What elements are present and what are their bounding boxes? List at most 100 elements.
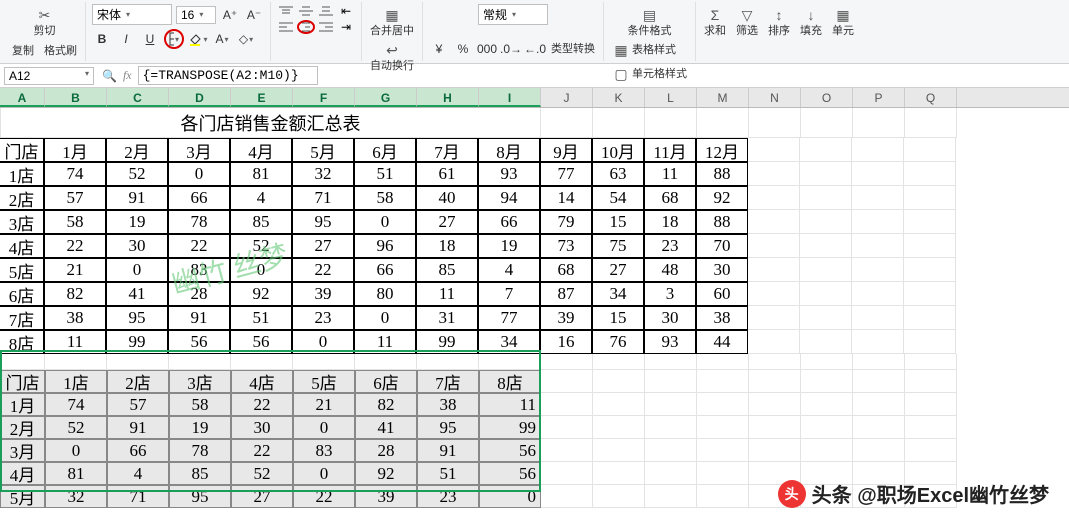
cell[interactable]: 5店 (0, 258, 44, 282)
cell[interactable] (645, 354, 697, 370)
filter-button[interactable]: ▽筛选 (734, 4, 760, 39)
italic-button[interactable]: I (116, 29, 136, 49)
cell[interactable]: 94 (478, 186, 540, 210)
wrap-text-button[interactable]: ↩自动换行 (368, 39, 416, 74)
sort-button[interactable]: ↕排序 (766, 4, 792, 39)
cell[interactable]: 门店 (0, 138, 44, 162)
cell[interactable] (593, 462, 645, 485)
cell[interactable]: 16 (540, 330, 592, 354)
cell[interactable] (748, 186, 800, 210)
cell[interactable]: 0 (45, 439, 107, 462)
cell[interactable]: 4 (107, 462, 169, 485)
cell[interactable]: 95 (169, 485, 231, 508)
cell[interactable]: 12月 (696, 138, 748, 162)
align-bottom-button[interactable] (317, 4, 335, 18)
cell[interactable]: 22 (44, 234, 106, 258)
borders-button[interactable]: ▾ (164, 29, 184, 49)
cell[interactable] (800, 162, 852, 186)
col-header-H[interactable]: H (417, 88, 479, 107)
cell[interactable]: 0 (479, 485, 541, 508)
cell[interactable] (541, 393, 593, 416)
cell[interactable] (800, 186, 852, 210)
align-middle-button[interactable] (297, 4, 315, 18)
cell[interactable]: 27 (231, 485, 293, 508)
cell[interactable]: 74 (45, 393, 107, 416)
cell[interactable]: 38 (44, 306, 106, 330)
col-header-J[interactable]: J (541, 88, 593, 107)
cell[interactable] (593, 393, 645, 416)
cell[interactable] (748, 282, 800, 306)
cell[interactable]: 0 (292, 330, 354, 354)
cell[interactable] (169, 354, 231, 370)
cell[interactable] (0, 354, 45, 370)
cell[interactable] (905, 370, 957, 393)
cell[interactable] (645, 370, 697, 393)
cell[interactable]: 52 (45, 416, 107, 439)
cell[interactable] (748, 258, 800, 282)
cell[interactable]: 78 (169, 439, 231, 462)
cell[interactable]: 51 (354, 162, 416, 186)
cell[interactable]: 38 (417, 393, 479, 416)
cell[interactable] (853, 108, 905, 138)
cell[interactable]: 27 (592, 258, 644, 282)
cell[interactable] (905, 354, 957, 370)
number-format-combo[interactable]: 常规▾ (478, 4, 548, 25)
cell[interactable]: 11 (644, 162, 696, 186)
cell[interactable] (800, 258, 852, 282)
cell[interactable] (593, 416, 645, 439)
cell[interactable]: 85 (169, 462, 231, 485)
cell[interactable] (45, 354, 107, 370)
cell[interactable]: 73 (540, 234, 592, 258)
cell[interactable]: 56 (168, 330, 230, 354)
cell[interactable] (800, 234, 852, 258)
cell[interactable]: 85 (416, 258, 478, 282)
cell[interactable] (417, 354, 479, 370)
cell-grid[interactable]: 各门店销售金额汇总表门店1月2月3月4月5月6月7月8月9月10月11月12月1… (0, 108, 1069, 508)
cell[interactable]: 57 (107, 393, 169, 416)
cell[interactable] (853, 370, 905, 393)
cell[interactable] (853, 416, 905, 439)
cell[interactable]: 92 (696, 186, 748, 210)
cell[interactable]: 82 (355, 393, 417, 416)
cell[interactable]: 60 (696, 282, 748, 306)
cell[interactable]: 88 (696, 210, 748, 234)
decrease-font-icon[interactable]: A⁻ (244, 5, 264, 25)
percent-button[interactable]: % (453, 39, 473, 59)
cell[interactable]: 52 (230, 234, 292, 258)
cell[interactable]: 80 (354, 282, 416, 306)
cell[interactable] (904, 330, 956, 354)
cell[interactable]: 91 (168, 306, 230, 330)
cell[interactable] (905, 439, 957, 462)
fill-color-button[interactable]: ▾ (188, 29, 208, 49)
cell[interactable]: 66 (168, 186, 230, 210)
cell[interactable]: 81 (230, 162, 292, 186)
type-convert-button[interactable]: 类型转换 (549, 42, 597, 57)
cell[interactable]: 85 (230, 210, 292, 234)
decrease-decimal-button[interactable]: ←.0 (525, 39, 545, 59)
cell[interactable] (853, 354, 905, 370)
cell[interactable]: 22 (168, 234, 230, 258)
cell[interactable] (479, 354, 541, 370)
cell[interactable]: 4 (478, 258, 540, 282)
cell[interactable]: 68 (644, 186, 696, 210)
cell[interactable] (593, 439, 645, 462)
cell[interactable]: 9月 (540, 138, 592, 162)
cell[interactable] (697, 354, 749, 370)
cell[interactable]: 30 (644, 306, 696, 330)
col-header-M[interactable]: M (697, 88, 749, 107)
cell[interactable]: 92 (355, 462, 417, 485)
cell[interactable] (852, 138, 904, 162)
cell[interactable]: 4店 (0, 234, 44, 258)
cell[interactable]: 8店 (0, 330, 44, 354)
col-header-P[interactable]: P (853, 88, 905, 107)
cell[interactable]: 23 (644, 234, 696, 258)
cell[interactable] (293, 354, 355, 370)
cell[interactable] (801, 416, 853, 439)
cell[interactable]: 58 (44, 210, 106, 234)
col-header-G[interactable]: G (355, 88, 417, 107)
cell[interactable] (697, 370, 749, 393)
underline-button[interactable]: U (140, 29, 160, 49)
cell[interactable]: 15 (592, 306, 644, 330)
cell[interactable]: 7 (478, 282, 540, 306)
cell[interactable] (748, 162, 800, 186)
